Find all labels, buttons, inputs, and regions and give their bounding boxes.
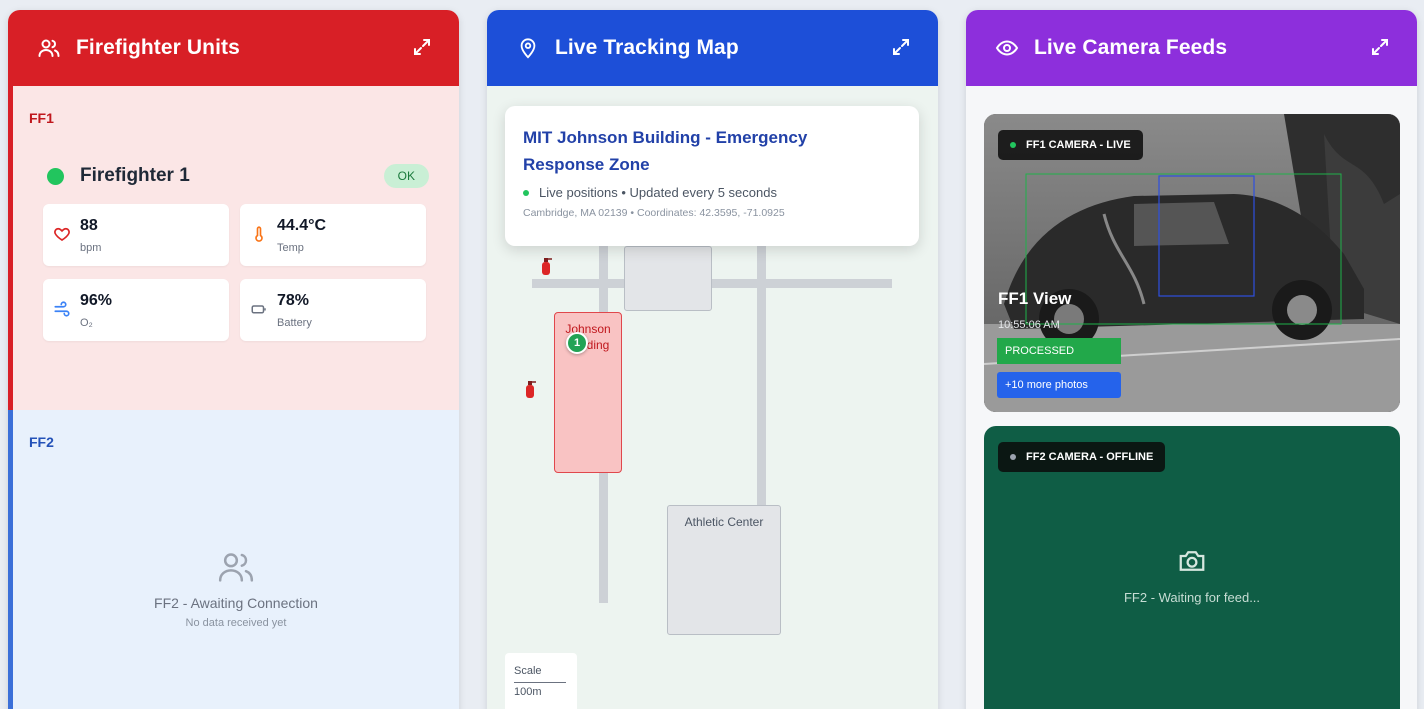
eye-icon [994,35,1020,61]
battery-icon [250,300,268,318]
oxygen-label: O₂ [80,317,93,329]
ff2-camera-badge: FF2 CAMERA - OFFLINE [998,442,1166,472]
scale-value: 100m [514,686,542,698]
map-road [757,246,766,511]
ff2-waiting-text: FF2 - Waiting for feed... [1123,590,1261,605]
temperature-stat: 44.4°C Temp [240,204,426,266]
status-badge: OK [383,164,429,188]
ff1-timestamp: 10:55:06 AM [998,319,1060,331]
camera-panel-title: Live Camera Feeds [1034,36,1228,59]
live-dot [523,189,529,196]
units-panel-title: Firefighter Units [76,36,240,59]
ff2-camera-feed[interactable]: FF2 CAMERA - OFFLINE FF2 - Waiting for f… [984,426,1400,709]
battery-value: 78% [277,292,310,309]
map-info-card: MIT Johnson Building - Emergency Respons… [505,106,919,246]
ff1-camera-badge: FF1 CAMERA - LIVE [998,130,1143,160]
thermometer-icon [250,225,268,243]
users-icon [36,35,62,61]
battery-stat: 78% Battery [240,279,426,341]
map-pin-icon [515,35,541,61]
live-tracking-map-panel: Live Tracking Map Johnson Building 1 Ath… [487,10,938,709]
heart-icon [53,225,71,243]
ff2-code: FF2 [29,434,54,450]
camera-panel-header: Live Camera Feeds [966,10,1417,86]
ff2-awaiting-title: FF2 - Awaiting Connection [154,595,318,611]
expand-icon[interactable] [411,36,433,58]
wind-icon [53,300,71,318]
oxygen-stat: 96% O₂ [43,279,229,341]
ff2-awaiting: FF2 - Awaiting Connection No data receiv… [13,547,459,629]
scale-label: Scale [514,665,542,677]
map-location: Cambridge, MA 02139 • Coordinates: 42.35… [523,207,785,219]
ff1-code: FF1 [29,110,54,126]
ff1-name-row: Firefighter 1 OK [47,164,429,188]
fire-extinguisher-icon [539,256,553,276]
oxygen-value: 96% [80,292,113,309]
map-status-text: Live positions • Updated every 5 seconds [539,185,777,200]
athletic-center[interactable]: Athletic Center [667,505,781,635]
map-panel-header: Live Tracking Map [487,10,938,86]
firefighter-marker[interactable]: 1 [566,332,588,354]
firefighter-units-panel: Firefighter Units FF1 Firefighter 1 OK 8… [8,10,459,709]
ff1-camera-feed[interactable]: FF1 CAMERA - LIVE FF1 View 10:55:06 AM P… [984,114,1400,412]
temperature-value: 44.4°C [277,217,327,234]
battery-label: Battery [277,317,312,329]
temperature-label: Temp [277,242,304,254]
ff1-camera-label: FF1 CAMERA - LIVE [1026,139,1131,151]
expand-icon[interactable] [890,36,912,58]
ff2-camera-label: FF2 CAMERA - OFFLINE [1026,451,1154,463]
live-dot [1010,142,1016,148]
heart-rate-value: 88 [80,217,98,234]
map-card-title: MIT Johnson Building - Emergency Respons… [523,128,808,174]
scale-bar [514,682,566,683]
fire-extinguisher-icon [523,379,537,399]
ff2-no-data: No data received yet [185,617,287,629]
ff1-unit-card[interactable]: FF1 Firefighter 1 OK 88 bpm 44.4°C Temp … [8,86,459,410]
map-scale: Scale 100m [505,653,577,709]
more-photos-button[interactable]: +10 more photos [997,372,1121,398]
units-panel-header: Firefighter Units [8,10,459,86]
expand-icon[interactable] [1369,36,1391,58]
heart-rate-stat: 88 bpm [43,204,229,266]
status-dot [47,167,64,185]
ff2-waiting: FF2 - Waiting for feed... [984,546,1400,605]
ff2-unit-card[interactable]: FF2 FF2 - Awaiting Connection No data re… [8,410,459,709]
users-icon [216,547,256,587]
map-live-status: Live positions • Updated every 5 seconds [523,185,901,200]
ff1-name: Firefighter 1 [80,165,190,186]
offline-dot [1010,454,1016,460]
map-road [532,279,892,288]
live-camera-feeds-panel: Live Camera Feeds FF1 CAMERA - LIVE FF1 … [966,10,1417,709]
camera-icon [1177,546,1207,576]
map-building [624,246,712,311]
processed-badge: PROCESSED [997,338,1121,364]
johnson-building[interactable]: Johnson Building [554,312,622,473]
heart-rate-label: bpm [80,242,102,254]
map-panel-title: Live Tracking Map [555,36,739,59]
ff1-view-label: FF1 View [998,289,1072,308]
